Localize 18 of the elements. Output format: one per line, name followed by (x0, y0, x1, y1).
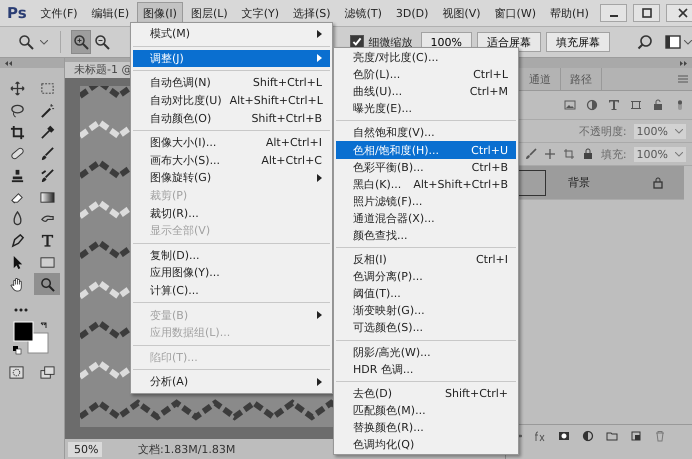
app-logo: Ps (7, 4, 27, 22)
keyboard-shortcut: Shift+Ctrl+B (251, 112, 322, 125)
keyboard-shortcut: Shift+Ctrl+ (444, 386, 508, 400)
keyboard-shortcut: Ctrl+I (476, 253, 508, 266)
layer-name: 背景 (568, 175, 591, 190)
keyboard-shortcut: Alt+Shift+Ctrl+L (230, 94, 323, 108)
keyboard-shortcut: Shift+Ctrl+L (252, 76, 322, 90)
keyboard-shortcut: Ctrl+L (473, 68, 508, 82)
keyboard-shortcut: Ctrl+M (470, 85, 508, 98)
fill-label: 填充: (600, 146, 627, 162)
keyboard-shortcut: Alt+Ctrl+I (266, 136, 322, 150)
opacity-label: 不透明度: (578, 124, 627, 138)
keyboard-shortcut: Alt+Ctrl+C (261, 154, 322, 167)
checkbox-label: 细微缩放 (368, 34, 413, 50)
keyboard-shortcut: Ctrl+U (471, 144, 508, 157)
document-size: 文档:1.83M/1.83M (138, 442, 236, 456)
keyboard-shortcut: Ctrl+B (472, 160, 508, 174)
keyboard-shortcut: Alt+Shift+Ctrl+B (413, 178, 508, 191)
